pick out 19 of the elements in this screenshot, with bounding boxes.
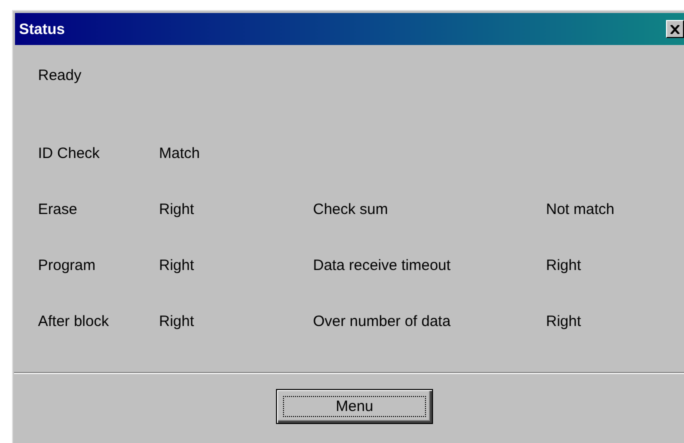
field-label: Check sum xyxy=(313,200,390,218)
field-value: Not match xyxy=(546,200,616,218)
field-label: ID Check xyxy=(38,144,101,162)
field-label: Erase xyxy=(38,200,78,218)
close-icon xyxy=(670,24,680,34)
field-label: After block xyxy=(38,312,110,330)
menu-button[interactable]: Menu xyxy=(276,389,433,424)
close-button[interactable] xyxy=(666,20,684,38)
status-text: Ready xyxy=(38,67,82,85)
field-value: Right xyxy=(546,312,582,330)
field-label: Program xyxy=(38,256,97,274)
field-label: Over number of data xyxy=(313,312,452,330)
window-title: Status xyxy=(18,20,65,38)
field-value: Right xyxy=(546,256,582,274)
field-value: Match xyxy=(159,144,201,162)
field-value: Right xyxy=(159,256,196,274)
field-label: Data receive timeout xyxy=(313,256,452,274)
field-value: Right xyxy=(159,200,196,218)
field-value: Right xyxy=(159,312,196,330)
